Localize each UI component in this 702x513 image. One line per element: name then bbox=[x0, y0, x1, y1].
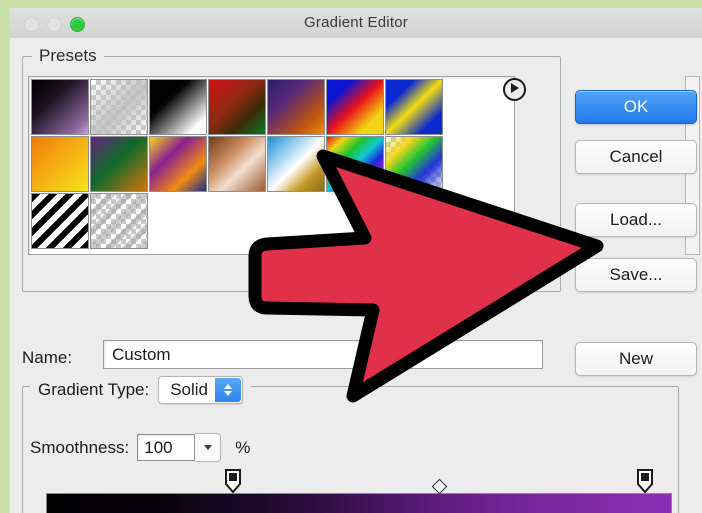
red-arrow-annotation-icon bbox=[248, 149, 604, 403]
chevron-down-icon[interactable] bbox=[195, 433, 222, 462]
smoothness-row: Smoothness: 100 % bbox=[30, 433, 250, 462]
preset-swatch-white-to-transparent[interactable] bbox=[90, 79, 148, 135]
name-label: Name: bbox=[22, 348, 73, 367]
preset-swatch-black-white-stripes[interactable] bbox=[31, 193, 89, 249]
preset-swatch-transparent-stripes[interactable] bbox=[90, 193, 148, 249]
ok-button-label: OK bbox=[623, 97, 649, 116]
smoothness-input[interactable]: 100 bbox=[137, 434, 196, 461]
window-titlebar: Gradient Editor bbox=[10, 8, 702, 39]
gradient-type-value: Solid bbox=[170, 380, 209, 399]
gradient-type-label: Gradient Type: bbox=[38, 380, 150, 399]
smoothness-label: Smoothness: bbox=[30, 437, 130, 457]
preset-swatch-yellow-purple-orange[interactable] bbox=[149, 136, 207, 192]
gradient-type-row: Gradient Type: Solid bbox=[30, 376, 252, 404]
preset-swatch-blue-yellow-blue[interactable] bbox=[385, 79, 443, 135]
preset-swatch-blue-red-yellow[interactable] bbox=[326, 79, 384, 135]
presets-label: Presets bbox=[32, 46, 104, 66]
ok-button[interactable]: OK bbox=[575, 90, 697, 124]
preset-swatch-black-to-lavender[interactable] bbox=[31, 79, 89, 135]
gradient-editor-window: Gradient Editor Presets OK Cancel Load..… bbox=[10, 8, 702, 513]
preset-swatch-black-to-white[interactable] bbox=[149, 79, 207, 135]
window-title: Gradient Editor bbox=[304, 14, 408, 31]
preset-swatch-red-to-green[interactable] bbox=[208, 79, 266, 135]
smoothness-unit: % bbox=[235, 437, 251, 457]
preset-swatch-orange-to-yellow[interactable] bbox=[31, 136, 89, 192]
preset-swatch-purple-green-orange[interactable] bbox=[90, 136, 148, 192]
preset-swatch-violet-to-orange[interactable] bbox=[267, 79, 325, 135]
presets-menu-icon[interactable] bbox=[503, 78, 526, 101]
screenshot-root: Gradient Editor Presets OK Cancel Load..… bbox=[0, 0, 702, 513]
